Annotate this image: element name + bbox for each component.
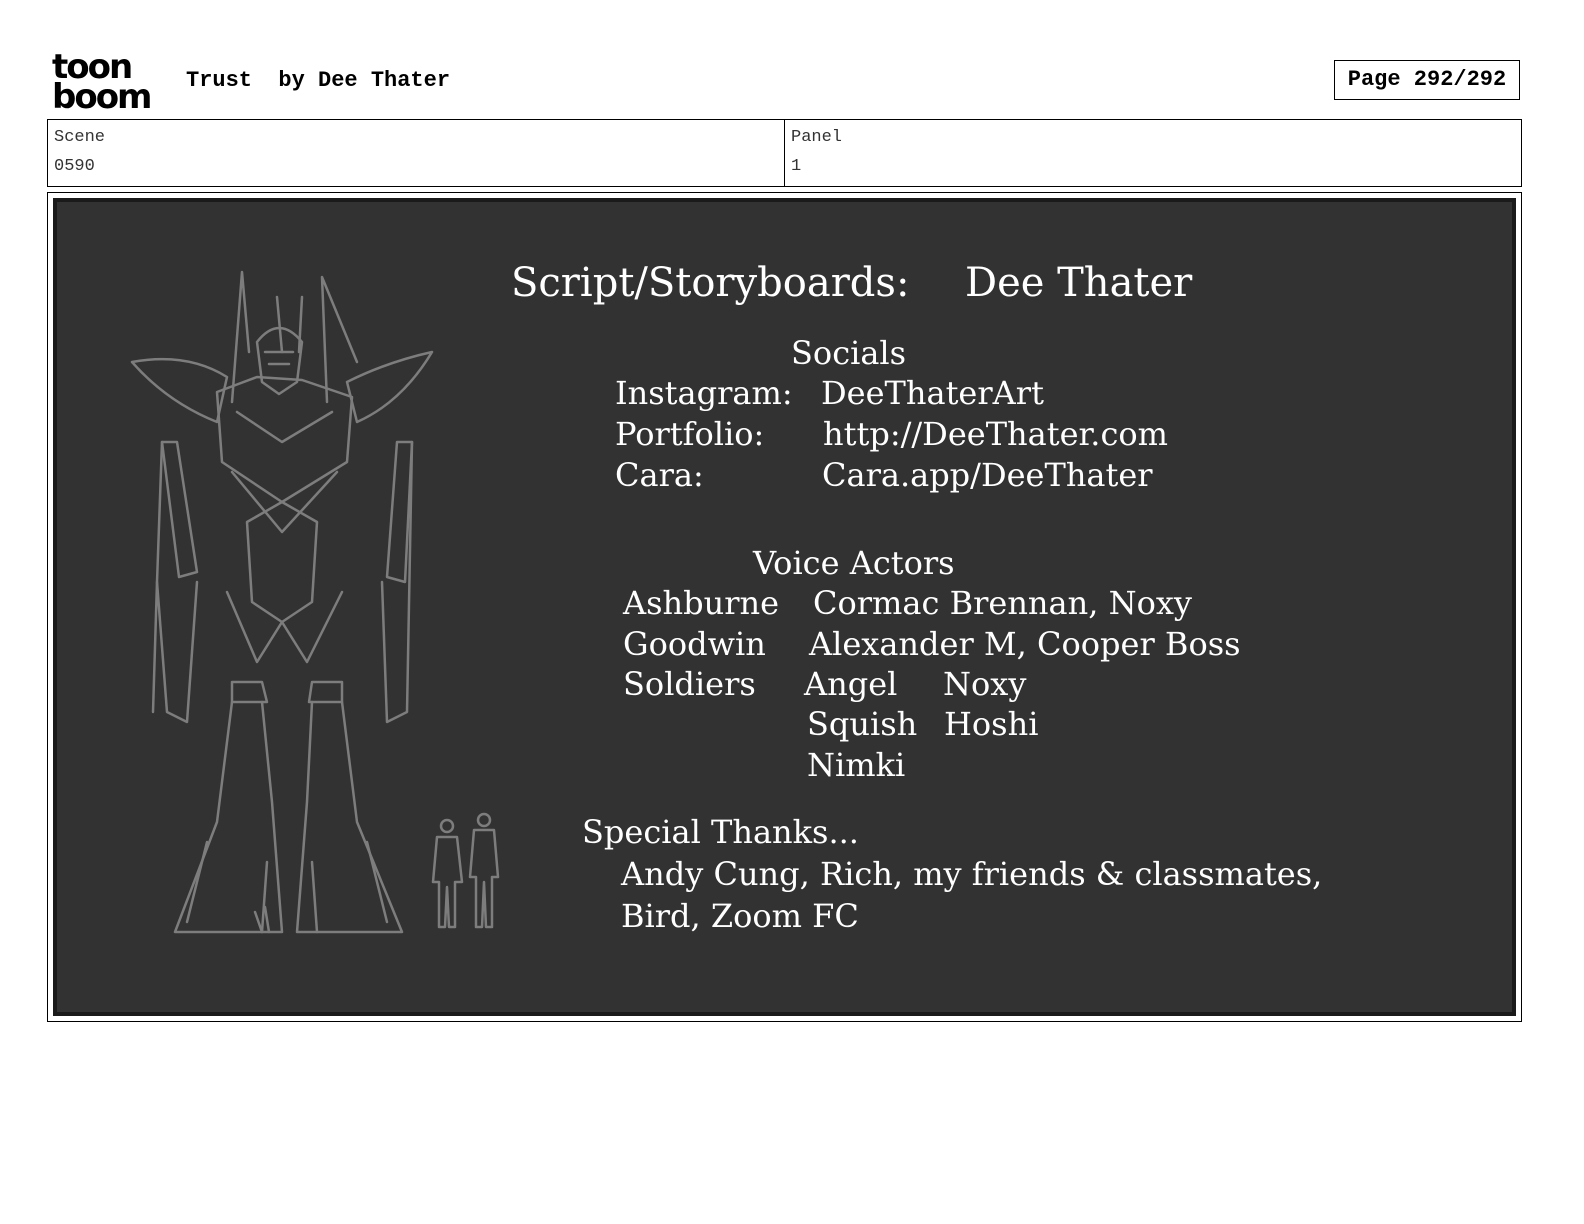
logo-bottom-word: boom (52, 77, 152, 117)
scene-value: 0590 (54, 157, 95, 176)
thanks-line: Andy Cung, Rich, my friends & classmates… (621, 855, 1323, 893)
voice-actors: Cormac Brennan, Noxy (813, 584, 1192, 622)
storyboard-panel: Script/Storyboards: Dee Thater Socials I… (47, 192, 1522, 1022)
document-title: Trust by Dee Thater (186, 68, 451, 93)
voice-role: Soldiers (623, 665, 756, 703)
social-label: Instagram: (615, 374, 793, 412)
panel-value: 1 (791, 157, 802, 176)
social-value: http://DeeThater.com (823, 415, 1168, 453)
page-indicator: Page 292/292 (1334, 60, 1520, 100)
credit-role: Script/Storyboards: (511, 260, 910, 306)
social-label: Portfolio: (615, 415, 765, 453)
thanks-line: Bird, Zoom FC (621, 897, 859, 935)
social-label: Cara: (615, 456, 704, 494)
social-value: Cara.app/DeeThater (822, 456, 1153, 494)
soldier-name: Angel (804, 665, 898, 703)
scene-cell: Scene 0590 (48, 120, 784, 186)
socials-heading: Socials (791, 334, 907, 372)
soldier-name: Hoshi (944, 705, 1039, 743)
scene-panel-info: Scene 0590 Panel 1 (47, 119, 1522, 187)
toonboom-logo: toon boom (52, 50, 164, 114)
soldier-name: Noxy (943, 665, 1027, 703)
voice-actors: Alexander M, Cooper Boss (809, 625, 1241, 663)
scene-label: Scene (54, 128, 106, 147)
voice-role: Goodwin (623, 625, 766, 663)
voice-role: Ashburne (623, 584, 780, 622)
panel-cell: Panel 1 (784, 120, 1521, 186)
soldier-name: Squish (807, 705, 918, 743)
robot-sketch (130, 270, 500, 934)
panel-label: Panel (791, 128, 843, 147)
credit-name: Dee Thater (965, 260, 1193, 306)
panel-artwork: Script/Storyboards: Dee Thater Socials I… (53, 198, 1516, 1016)
thanks-heading: Special Thanks... (582, 813, 859, 851)
soldier-name: Nimki (807, 746, 906, 784)
voice-heading: Voice Actors (753, 544, 955, 582)
social-value: DeeThaterArt (821, 374, 1044, 412)
